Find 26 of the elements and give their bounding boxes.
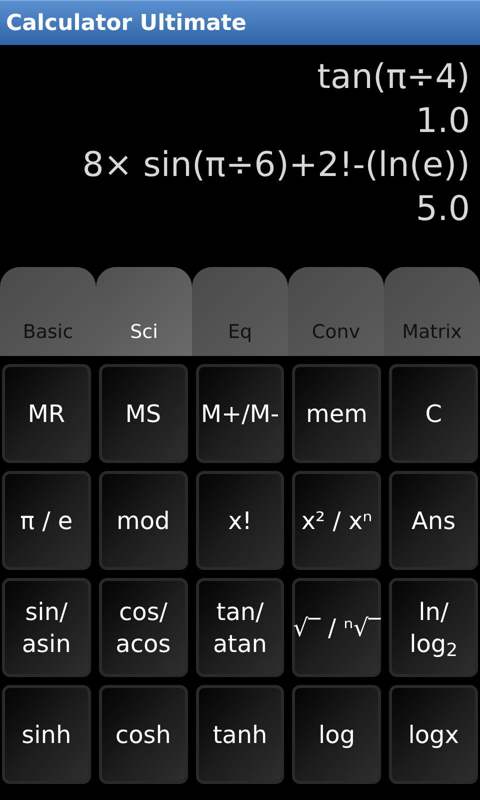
calculator-key[interactable]: MS [98,364,188,463]
calculator-key[interactable]: C [389,364,478,463]
calculator-key[interactable]: logx [389,685,478,784]
calculator-key[interactable]: M+/M- [196,364,284,463]
calculator-key[interactable]: sinh [2,685,91,784]
calculator-key[interactable]: MR [2,364,91,463]
calculator-key[interactable]: tan/ atan [196,578,284,677]
calculator-key[interactable]: cos/ acos [98,578,188,677]
calculator-key[interactable]: log [292,685,382,784]
display-line: 5.0 [416,188,470,231]
calculator-key[interactable]: π / e [2,471,91,570]
calculator-key[interactable]: sin/ asin [2,578,91,677]
calculator-key[interactable]: x! [196,471,284,570]
calculator-key[interactable]: ln/ log$_{2}$ [389,578,478,677]
calculator-key[interactable]: √‾ / ⁿ√‾ [292,578,382,677]
calculator-key[interactable]: mod [98,471,188,570]
calculator-key[interactable]: tanh [196,685,284,784]
display-line: 8× sin(π÷6)+2!-(ln(e)) [82,144,470,187]
display-line: tan(π÷4) [317,56,470,99]
calculator-key[interactable]: mem [292,364,382,463]
calculator-key[interactable]: Ans [389,471,478,570]
calculator-key[interactable]: cosh [98,685,188,784]
calculator-key[interactable]: x² / xⁿ [292,471,382,570]
tab[interactable]: Sci [96,267,192,356]
window-title: Calculator Ultimate [6,10,246,38]
display-line: 1.0 [416,100,470,143]
